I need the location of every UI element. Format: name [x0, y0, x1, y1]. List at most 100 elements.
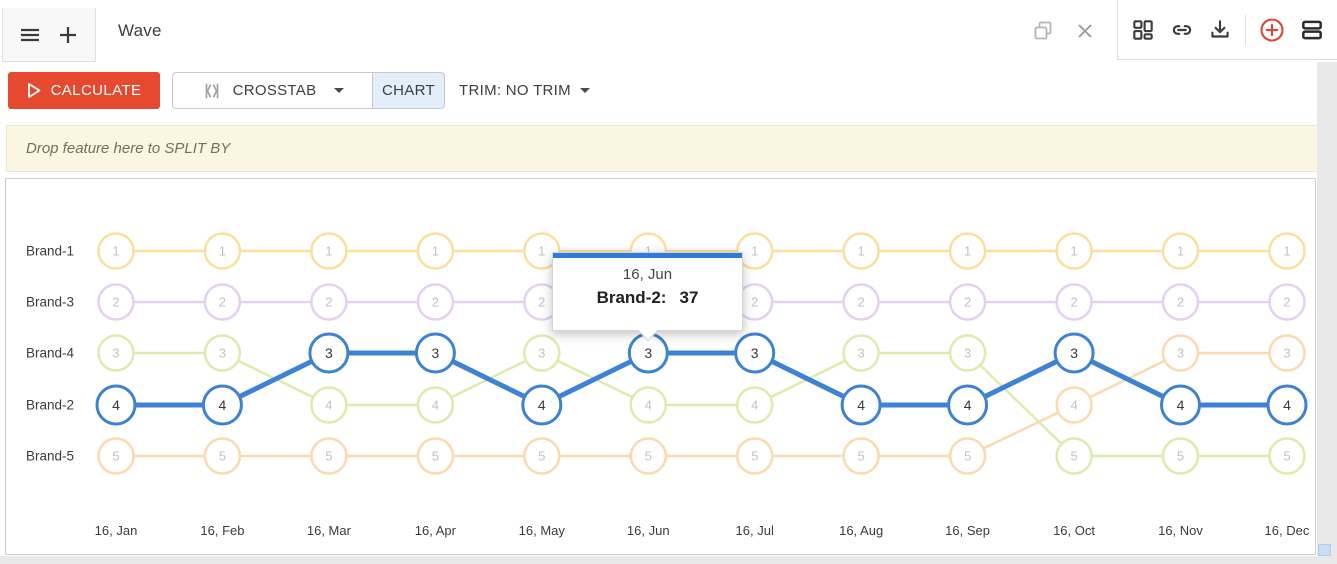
chart-point-rank: 5 [219, 449, 226, 464]
chart-point-rank: 5 [1070, 449, 1077, 464]
chart-point-rank: 4 [857, 397, 865, 413]
chart-point-rank: 2 [964, 295, 971, 310]
chart-point-rank: 4 [751, 398, 758, 413]
page-title: Wave [118, 0, 162, 62]
chart-point-rank: 1 [751, 244, 758, 259]
chart-label: CHART [382, 82, 435, 99]
chart-point-rank: 5 [432, 449, 439, 464]
x-axis-label: 16, May [519, 523, 566, 538]
download-icon[interactable] [1207, 17, 1233, 43]
chart-point-rank: 4 [112, 397, 120, 413]
chart-point-rank: 3 [1177, 346, 1184, 361]
chart-point-rank: 3 [857, 346, 864, 361]
x-axis-label: 16, Sep [945, 523, 990, 538]
x-axis-label: 16, Jun [627, 523, 670, 538]
tooltip-value: 37 [679, 288, 698, 307]
chart-point-rank: 1 [538, 244, 545, 259]
tooltip-value-row: Brand-2: 37 [553, 288, 742, 308]
trim-dropdown[interactable]: TRIM: NO TRIM [459, 72, 590, 109]
chart-point-rank: 3 [644, 345, 652, 361]
chart-panel: Brand-1Brand-3Brand-4Brand-2Brand-516, J… [5, 178, 1316, 555]
tooltip-accent-bar [553, 253, 742, 258]
chart-point-rank: 1 [1177, 244, 1184, 259]
app-window: Wave [0, 0, 1337, 564]
scrollbar-corner[interactable] [1318, 544, 1331, 556]
x-axis-label: 16, Aug [839, 523, 883, 538]
chart-point-rank: 4 [325, 398, 332, 413]
chart-point-rank: 5 [325, 449, 332, 464]
chart-point-rank: 2 [219, 295, 226, 310]
crosstab-icon [201, 80, 223, 102]
chart-point-rank: 5 [112, 449, 119, 464]
add-tab-icon[interactable] [56, 23, 80, 47]
rows-icon[interactable] [1299, 17, 1325, 43]
play-icon [27, 82, 42, 99]
split-by-dropzone[interactable]: Drop feature here to SPLIT BY [6, 125, 1331, 172]
window-icons [1031, 0, 1097, 62]
chart-point-rank: 3 [1283, 346, 1290, 361]
chart-point-rank: 5 [1283, 449, 1290, 464]
calculate-label: CALCULATE [51, 82, 142, 99]
chart-tooltip: 16, Jun Brand-2: 37 [552, 252, 743, 331]
chart-point-rank: 5 [751, 449, 758, 464]
chevron-down-icon [334, 88, 344, 93]
x-axis-label: 16, Jan [95, 523, 138, 538]
x-axis-label: 16, Dec [1265, 523, 1310, 538]
chart-point-rank: 3 [325, 345, 333, 361]
x-axis-label: 16, Mar [307, 523, 352, 538]
chart-point-rank: 2 [1070, 295, 1077, 310]
tooltip-date: 16, Jun [553, 266, 742, 283]
chart-point-rank: 2 [112, 295, 119, 310]
chart-point-rank: 1 [964, 244, 971, 259]
close-icon[interactable] [1073, 19, 1097, 43]
chart-point-rank: 1 [112, 244, 119, 259]
chart-point-rank: 1 [325, 244, 332, 259]
x-axis-label: 16, Feb [200, 523, 244, 538]
chart-point-rank: 5 [1177, 449, 1184, 464]
chevron-down-icon [580, 88, 590, 93]
chart-point-rank: 3 [112, 346, 119, 361]
chart-point-rank: 2 [857, 295, 864, 310]
series-line-Brand-2[interactable] [116, 353, 1287, 405]
trim-label: TRIM: NO TRIM [459, 82, 571, 99]
chart-point-rank: 3 [432, 345, 440, 361]
tooltip-series-label: Brand-2: [597, 288, 667, 307]
chart-point-rank: 4 [432, 398, 439, 413]
x-axis-label: 16, Oct [1053, 523, 1095, 538]
dashboard-icon[interactable] [1130, 17, 1156, 43]
chart-point-rank: 2 [1177, 295, 1184, 310]
row-label: Brand-5 [26, 449, 74, 464]
menu-icon[interactable] [18, 23, 42, 47]
chart-button[interactable]: CHART [373, 72, 445, 109]
split-by-hint: Drop feature here to SPLIT BY [26, 140, 230, 157]
actions-toolbar [1117, 0, 1337, 60]
chart-point-rank: 2 [1283, 295, 1290, 310]
x-axis-label: 16, Apr [415, 523, 457, 538]
bump-chart[interactable]: Brand-1Brand-3Brand-4Brand-2Brand-516, J… [6, 179, 1315, 554]
chart-point-rank: 4 [645, 398, 652, 413]
toolbar-divider [1245, 15, 1246, 45]
chart-point-rank: 3 [964, 346, 971, 361]
top-bar: Wave [0, 0, 1337, 62]
chart-point-rank: 5 [538, 449, 545, 464]
chart-point-rank: 4 [219, 397, 227, 413]
analysis-toolbar: CALCULATE CROSSTAB CHART TRIM: NO TRIM [0, 62, 1337, 125]
chart-point-rank: 5 [645, 449, 652, 464]
chart-point-rank: 2 [538, 295, 545, 310]
add-circle-icon[interactable] [1258, 16, 1286, 44]
chart-point-rank: 3 [751, 345, 759, 361]
x-axis-label: 16, Jul [736, 523, 774, 538]
calculate-button[interactable]: CALCULATE [8, 72, 160, 109]
chart-point-rank: 2 [325, 295, 332, 310]
chart-point-rank: 4 [1177, 397, 1185, 413]
chart-point-rank: 2 [751, 295, 758, 310]
link-icon[interactable] [1169, 17, 1195, 43]
chart-point-rank: 1 [1283, 244, 1290, 259]
chart-point-rank: 5 [857, 449, 864, 464]
duplicate-icon[interactable] [1031, 19, 1055, 43]
crosstab-button[interactable]: CROSSTAB [172, 72, 373, 109]
row-label: Brand-1 [26, 244, 74, 259]
chart-point-rank: 1 [219, 244, 226, 259]
crosstab-label: CROSSTAB [233, 82, 317, 99]
chart-point-rank: 1 [1070, 244, 1077, 259]
